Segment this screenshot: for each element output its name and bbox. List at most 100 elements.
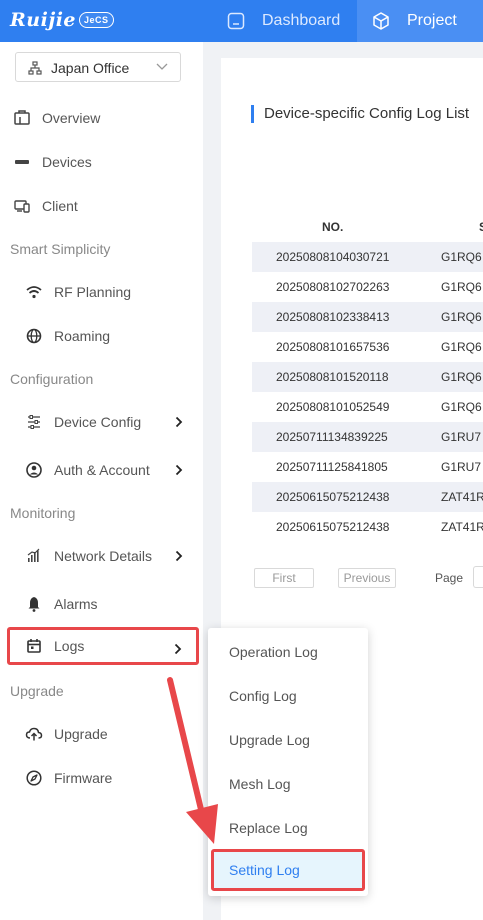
- wifi-icon: [24, 282, 44, 302]
- cell-sn: G1RQ6: [441, 370, 482, 384]
- chevron-right-icon: [175, 416, 183, 428]
- cell-sn: G1RQ6: [441, 340, 482, 354]
- cell-no: 20250808101657536: [276, 340, 390, 354]
- ruijie-logo[interactable]: Ruijie JeCS: [10, 7, 114, 33]
- table-row[interactable]: 20250711125841805 G1RU7: [252, 452, 483, 482]
- group-smart-simplicity: Smart Simplicity: [10, 241, 111, 257]
- table-row[interactable]: 20250808101052549 G1RQ6: [252, 392, 483, 422]
- column-header-sn: SN: [479, 220, 483, 234]
- submenu-item-operation-log[interactable]: Operation Log: [208, 630, 368, 674]
- client-icon: [12, 196, 32, 216]
- cell-no: 20250808102702263: [276, 280, 390, 294]
- cell-no: 20250808102338413: [276, 310, 390, 324]
- submenu-item-config-log[interactable]: Config Log: [208, 674, 368, 718]
- table-row[interactable]: 20250808101657536 G1RQ6: [252, 332, 483, 362]
- user-circle-icon: [24, 460, 44, 480]
- bell-icon: [24, 594, 44, 614]
- chevron-down-icon: [156, 63, 168, 70]
- sidebar-item-label: Upgrade: [54, 726, 108, 742]
- table-header: NO. SN: [252, 212, 483, 242]
- cell-sn: ZAT41R: [441, 520, 483, 534]
- sidebar-item-label: Network Details: [54, 548, 153, 564]
- table-row[interactable]: 20250615075212438 ZAT41R: [252, 482, 483, 512]
- cell-sn: ZAT41R: [441, 490, 483, 504]
- submenu-item-replace-log[interactable]: Replace Log: [208, 806, 368, 850]
- table-row[interactable]: 20250615075212438 ZAT41R: [252, 512, 483, 542]
- calendar-icon: [24, 636, 44, 656]
- cell-no: 20250615075212438: [276, 520, 390, 534]
- cell-sn: G1RQ6: [441, 250, 482, 264]
- logo-text: Ruijie: [10, 9, 77, 31]
- globe-icon: [24, 326, 44, 346]
- sliders-icon: [24, 412, 44, 432]
- tab-project-label: Project: [407, 12, 457, 29]
- devices-icon: [12, 152, 32, 172]
- logs-submenu: Operation Log Config Log Upgrade Log Mes…: [208, 628, 368, 896]
- cell-no: 20250711125841805: [276, 460, 388, 474]
- sidebar-item-device-config[interactable]: Device Config: [0, 400, 203, 444]
- sidebar-item-label: Roaming: [54, 328, 111, 344]
- group-configuration: Configuration: [10, 371, 94, 387]
- sidebar-item-label: Firmware: [54, 770, 113, 786]
- chevron-right-icon: [175, 464, 183, 476]
- tab-project[interactable]: Project: [357, 0, 483, 42]
- tab-dashboard-label: Dashboard: [262, 12, 341, 29]
- sidebar-item-label: Logs: [54, 638, 85, 654]
- sidebar-item-network-details[interactable]: Network Details: [0, 534, 203, 578]
- cell-no: 20250808104030721: [276, 250, 390, 264]
- chevron-right-icon: [174, 643, 182, 655]
- table-row[interactable]: 20250711134839225 G1RU7: [252, 422, 483, 452]
- site-selector-value: Japan Office: [51, 60, 130, 76]
- submenu-item-upgrade-log[interactable]: Upgrade Log: [208, 718, 368, 762]
- submenu-item-setting-log[interactable]: Setting Log: [211, 849, 365, 891]
- top-navigation-bar: Ruijie JeCS Dashboard Project: [0, 0, 483, 42]
- overview-icon: [12, 108, 32, 128]
- sidebar-item-label: Device Config: [54, 414, 142, 430]
- sidebar-item-logs[interactable]: Logs: [7, 627, 199, 665]
- sidebar-item-label: RF Planning: [54, 284, 132, 300]
- sidebar-item-label: Auth & Account: [54, 462, 150, 478]
- cell-no: 20250808101520118: [276, 370, 389, 384]
- first-page-button[interactable]: First: [254, 568, 314, 588]
- cell-sn: G1RQ6: [441, 400, 482, 414]
- sidebar-item-label: Client: [42, 198, 78, 214]
- page-title: Device-specific Config Log List: [251, 105, 469, 123]
- table-row[interactable]: 20250808102338413 G1RQ6: [252, 302, 483, 332]
- table-row[interactable]: 20250808101520118 G1RQ6: [252, 362, 483, 392]
- group-monitoring: Monitoring: [10, 505, 76, 521]
- sidebar-item-auth-account[interactable]: Auth & Account: [0, 448, 203, 492]
- project-cube-icon: [373, 12, 389, 30]
- cell-sn: G1RQ6: [441, 280, 482, 294]
- sidebar-item-overview[interactable]: Overview: [0, 96, 203, 140]
- sidebar-item-roaming[interactable]: Roaming: [0, 314, 203, 358]
- cell-sn: G1RU7: [441, 430, 482, 444]
- sidebar-item-label: Overview: [42, 110, 101, 126]
- dashboard-icon: [227, 12, 245, 30]
- sidebar-item-label: Devices: [42, 154, 92, 170]
- logo-badge: JeCS: [79, 12, 114, 28]
- sidebar-item-alarms[interactable]: Alarms: [0, 582, 203, 626]
- cell-sn: G1RQ6: [441, 310, 482, 324]
- cell-no: 20250711134839225: [276, 430, 388, 444]
- cell-no: 20250615075212438: [276, 490, 390, 504]
- column-header-no: NO.: [322, 220, 344, 234]
- site-selector[interactable]: Japan Office: [15, 52, 181, 82]
- network-topology-icon: [28, 61, 42, 75]
- cell-sn: G1RU7: [441, 460, 482, 474]
- page-label: Page: [435, 571, 464, 585]
- page-number-input[interactable]: [473, 566, 483, 588]
- submenu-item-mesh-log[interactable]: Mesh Log: [208, 762, 368, 806]
- cloud-upload-icon: [24, 724, 44, 744]
- sidebar-item-client[interactable]: Client: [0, 184, 203, 228]
- table-row[interactable]: 20250808104030721 G1RQ6: [252, 242, 483, 272]
- tab-dashboard[interactable]: Dashboard: [226, 0, 340, 42]
- cell-no: 20250808101052549: [276, 400, 390, 414]
- table-row[interactable]: 20250808102702263 G1RQ6: [252, 272, 483, 302]
- compass-icon: [24, 768, 44, 788]
- sidebar-item-label: Alarms: [54, 596, 98, 612]
- annotation-arrow: [167, 677, 218, 844]
- group-upgrade: Upgrade: [10, 683, 64, 699]
- sidebar-item-rf-planning[interactable]: RF Planning: [0, 270, 203, 314]
- sidebar-item-devices[interactable]: Devices: [0, 140, 203, 184]
- previous-page-button[interactable]: Previous: [338, 568, 396, 588]
